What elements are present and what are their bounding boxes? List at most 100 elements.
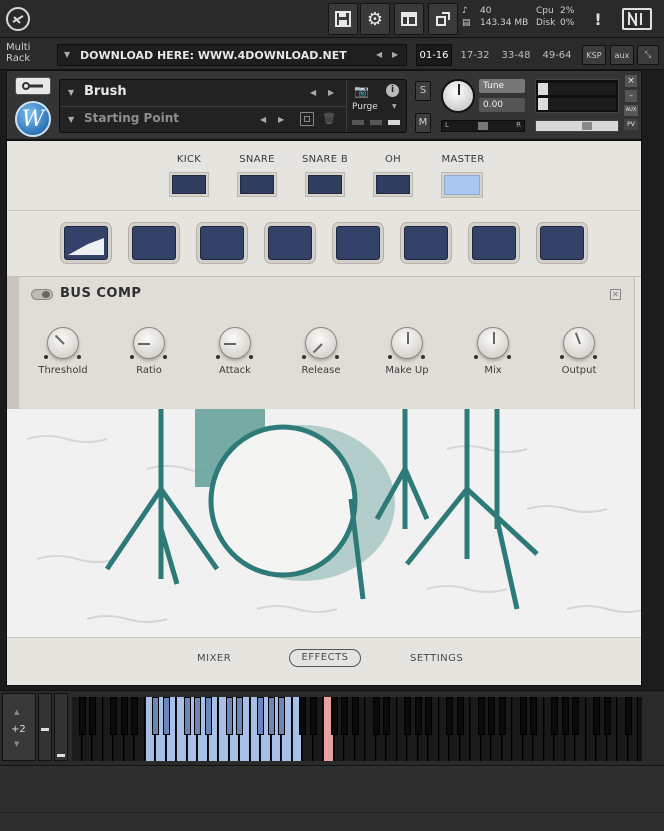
black-key[interactable] [278, 697, 286, 735]
knob-ratio[interactable] [133, 327, 165, 359]
black-key[interactable] [236, 697, 244, 735]
black-key[interactable] [225, 697, 233, 735]
tab-effects[interactable]: EFFECTS [289, 649, 361, 667]
snapshot-prev-icon[interactable]: ◀ [260, 115, 266, 124]
knob-mix[interactable] [477, 327, 509, 359]
fx-slot-2[interactable] [132, 226, 176, 260]
camera-icon[interactable]: 📷 [354, 84, 369, 98]
black-key[interactable] [110, 697, 118, 735]
preset-prev-icon[interactable]: ◀ [376, 50, 382, 59]
volume-slider[interactable] [535, 120, 619, 132]
black-key[interactable] [488, 697, 496, 735]
black-key[interactable] [603, 697, 611, 735]
octave-up-icon[interactable]: ▲ [14, 708, 19, 716]
black-key[interactable] [194, 697, 202, 735]
black-key[interactable] [530, 697, 538, 735]
instrument-prev-icon[interactable]: ◀ [310, 88, 316, 97]
instrument-name[interactable]: Brush [84, 84, 127, 99]
pv-side-button[interactable]: PV [624, 119, 638, 130]
black-key[interactable] [78, 697, 86, 735]
minimize-view-button[interactable] [428, 3, 458, 35]
black-key[interactable] [299, 697, 307, 735]
knob-output[interactable] [563, 327, 595, 359]
fx-slot-8[interactable] [540, 226, 584, 260]
black-key[interactable] [120, 697, 128, 735]
preset-next-icon[interactable]: ▶ [392, 50, 398, 59]
piano-keyboard[interactable] [72, 697, 642, 761]
options-button[interactable]: ⚙ [360, 3, 390, 35]
view-button[interactable] [394, 3, 424, 35]
black-key[interactable] [162, 697, 170, 735]
tune-value[interactable]: 0.00 [479, 98, 525, 112]
collapse-button[interactable]: ⤡ [637, 45, 659, 65]
black-key[interactable] [257, 697, 265, 735]
warning-button[interactable]: ! [588, 6, 608, 32]
pitch-wheel[interactable] [38, 693, 52, 761]
black-key[interactable] [309, 697, 317, 735]
snapshot-save-button[interactable] [300, 112, 314, 126]
snapshot-dropdown-icon[interactable]: ▼ [68, 115, 74, 124]
instrument-logo-icon[interactable]: W [15, 101, 51, 137]
ksp-button[interactable]: KSP [582, 45, 606, 65]
snapshot-delete-button[interactable]: 🗑 [322, 112, 336, 126]
black-key[interactable] [519, 697, 527, 735]
kontakt-logo-icon[interactable] [6, 7, 30, 31]
fx-slot-5[interactable] [336, 226, 380, 260]
effect-close-button[interactable]: ✕ [610, 289, 621, 300]
mod-wheel[interactable] [54, 693, 68, 761]
black-key[interactable] [152, 697, 160, 735]
channel-button-kick[interactable] [172, 175, 206, 194]
ni-logo-icon[interactable] [622, 8, 652, 30]
aux-side-button[interactable]: AUX [624, 105, 638, 116]
black-key[interactable] [477, 697, 485, 735]
channel-button-snare-b[interactable] [308, 175, 342, 194]
black-key[interactable] [561, 697, 569, 735]
tab-settings[interactable]: SETTINGS [410, 653, 463, 664]
octave-down-icon[interactable]: ▼ [14, 740, 19, 748]
black-key[interactable] [551, 697, 559, 735]
instrument-dropdown-icon[interactable]: ▼ [68, 88, 74, 97]
tab-mixer[interactable]: MIXER [197, 653, 231, 664]
black-key[interactable] [593, 697, 601, 735]
effect-power-toggle[interactable] [31, 289, 53, 300]
black-key[interactable] [572, 697, 580, 735]
black-key[interactable] [624, 697, 632, 735]
fx-slot-7[interactable] [472, 226, 516, 260]
fx-slot-3[interactable] [200, 226, 244, 260]
rack-page-tab-49-64[interactable]: 49-64 [538, 44, 576, 66]
black-key[interactable] [414, 697, 422, 735]
black-key[interactable] [372, 697, 380, 735]
purge-label[interactable]: Purge [352, 102, 378, 112]
black-key[interactable] [383, 697, 391, 735]
snapshot-name[interactable]: Starting Point [84, 111, 179, 125]
black-key[interactable] [351, 697, 359, 735]
black-key[interactable] [341, 697, 349, 735]
knob-threshold[interactable] [47, 327, 79, 359]
knob-attack[interactable] [219, 327, 251, 359]
rack-page-tab-17-32[interactable]: 17-32 [456, 44, 494, 66]
channel-button-oh[interactable] [376, 175, 410, 194]
fx-slot-1[interactable] [64, 226, 108, 260]
close-instrument-button[interactable]: × [625, 75, 637, 87]
knob-make-up[interactable] [391, 327, 423, 359]
preset-dropdown-icon[interactable]: ▼ [64, 50, 70, 59]
rack-page-tab-33-48[interactable]: 33-48 [497, 44, 535, 66]
black-key[interactable] [267, 697, 275, 735]
knob-release[interactable] [305, 327, 337, 359]
black-key[interactable] [425, 697, 433, 735]
mute-button[interactable]: M [415, 113, 431, 133]
solo-button[interactable]: S [415, 81, 431, 101]
black-key[interactable] [131, 697, 139, 735]
black-key[interactable] [204, 697, 212, 735]
snapshot-next-icon[interactable]: ▶ [278, 115, 284, 124]
save-button[interactable] [328, 3, 358, 35]
fx-slot-4[interactable] [268, 226, 312, 260]
aux-button[interactable]: aux [610, 45, 634, 65]
tune-knob[interactable] [441, 79, 475, 113]
rack-page-tab-01-16[interactable]: 01-16 [416, 44, 452, 66]
black-key[interactable] [404, 697, 412, 735]
info-icon[interactable]: i [386, 84, 399, 97]
minimize-instrument-button[interactable]: – [625, 90, 637, 102]
channel-button-master[interactable] [444, 175, 480, 195]
channel-button-snare[interactable] [240, 175, 274, 194]
